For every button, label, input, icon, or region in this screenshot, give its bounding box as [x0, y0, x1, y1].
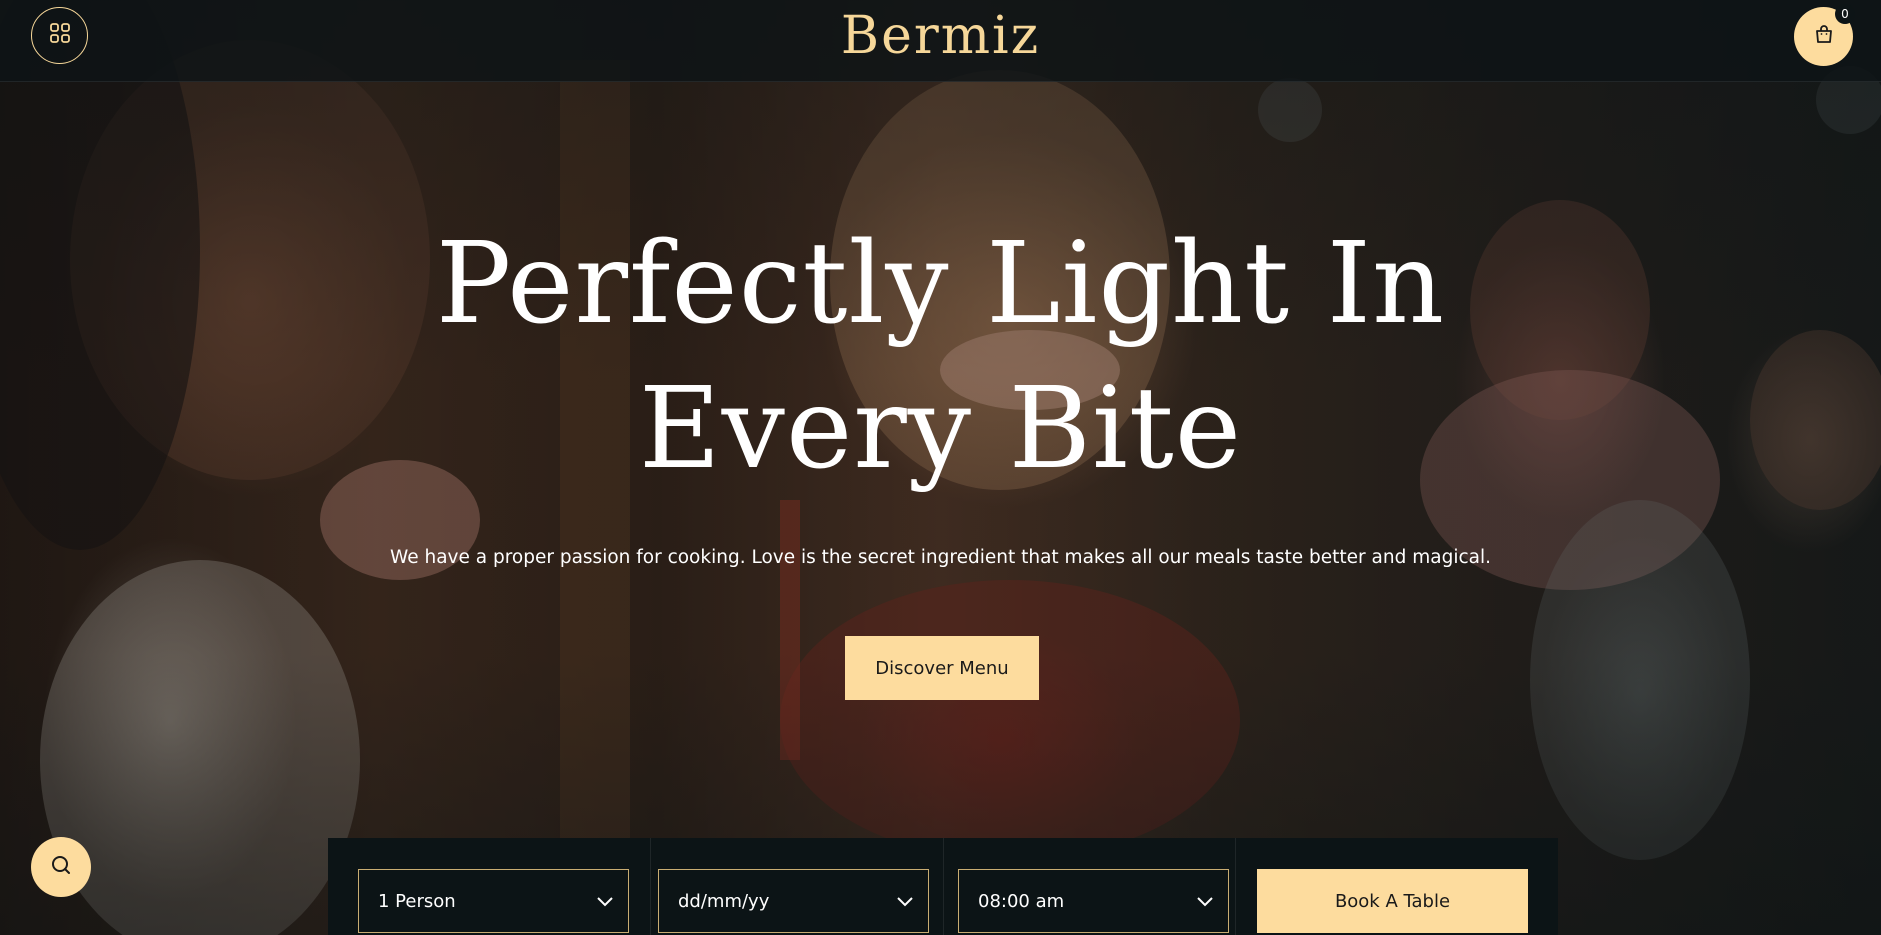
time-select-value: 08:00 am: [978, 890, 1065, 912]
date-select[interactable]: dd/mm/yy: [658, 869, 929, 933]
page: Bermiz 0 Perfectly Light In Every Bite W…: [0, 0, 1881, 935]
cart-button[interactable]: 0: [1794, 4, 1855, 66]
date-select-value: dd/mm/yy: [678, 890, 770, 912]
chevron-down-icon: [896, 893, 914, 914]
persons-select-value: 1 Person: [378, 890, 456, 912]
shopping-bag-icon: [1813, 23, 1835, 50]
site-header: Bermiz 0: [0, 0, 1881, 82]
hero-title: Perfectly Light In Every Bite: [0, 212, 1881, 502]
chevron-down-icon: [1196, 893, 1214, 914]
hero-subtitle: We have a proper passion for cooking. Lo…: [390, 547, 1491, 568]
cart-count-badge: 0: [1835, 4, 1855, 24]
site-logo[interactable]: Bermiz: [0, 6, 1881, 66]
chevron-down-icon: [596, 893, 614, 914]
booking-divider: [943, 838, 944, 935]
persons-select[interactable]: 1 Person: [358, 869, 629, 933]
discover-menu-button[interactable]: Discover Menu: [845, 636, 1039, 700]
booking-divider: [1235, 838, 1236, 935]
time-select[interactable]: 08:00 am: [958, 869, 1229, 933]
book-table-button[interactable]: Book A Table: [1257, 869, 1528, 933]
hero-title-line2: Every Bite: [638, 364, 1243, 494]
search-icon: [50, 854, 72, 881]
booking-divider: [650, 838, 651, 935]
hero-title-line1: Perfectly Light In: [435, 219, 1446, 349]
search-button[interactable]: [31, 837, 91, 897]
